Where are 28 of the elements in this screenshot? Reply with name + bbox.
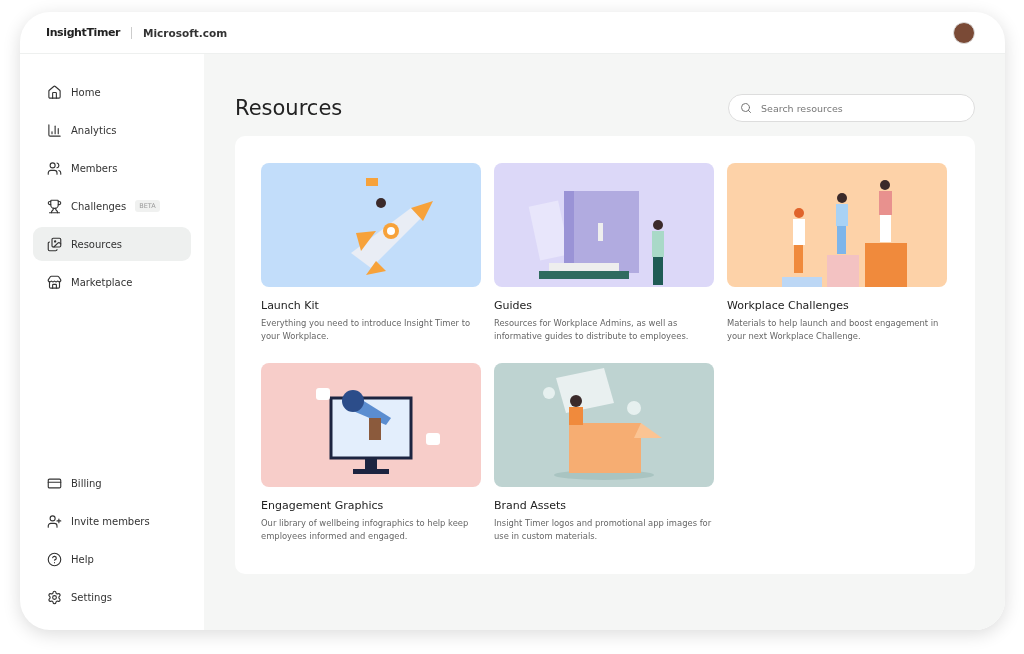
user-plus-icon <box>47 513 62 529</box>
settings-icon <box>47 589 62 605</box>
card-description: Resources for Workplace Admins, as well as informative guides to distribute to employees. <box>494 317 690 343</box>
card-description: Everything you need to introduce Insight Timer to your Workplace. <box>261 317 472 343</box>
trophy-icon <box>47 198 62 214</box>
card-description: Our library of wellbeing infographics to help keep employees informed and engaged. <box>261 517 470 543</box>
people-icon <box>47 160 62 176</box>
page-title: Resources <box>235 96 343 120</box>
card-description: Insight Timer logos and promotional app images for use in custom materials. <box>494 517 713 543</box>
credit-card-icon <box>47 475 62 491</box>
brand-logo: InsightTimer <box>46 26 121 39</box>
avatar[interactable] <box>953 21 975 44</box>
organization-name: Microsoft.com <box>143 26 228 39</box>
card-title[interactable]: Guides <box>494 299 714 312</box>
image-icon <box>47 236 62 252</box>
bar-chart-icon <box>47 122 62 138</box>
illustration-card[interactable] <box>261 363 481 487</box>
card-title[interactable]: Workplace Challenges <box>727 299 947 312</box>
search-icon <box>740 102 752 114</box>
card-title[interactable]: Engagement Graphics <box>261 499 481 512</box>
home-icon <box>47 84 62 100</box>
card-title[interactable]: Launch Kit <box>261 299 481 312</box>
store-icon <box>47 274 62 290</box>
search-field[interactable]: Search resources <box>728 94 975 122</box>
card-description: Materials to help launch and boost engagement in your next Workplace Challenge. <box>727 317 940 343</box>
help-icon <box>47 551 62 567</box>
sidebar-item[interactable]: Resources <box>33 227 191 261</box>
card-title[interactable]: Brand Assets <box>494 499 714 512</box>
